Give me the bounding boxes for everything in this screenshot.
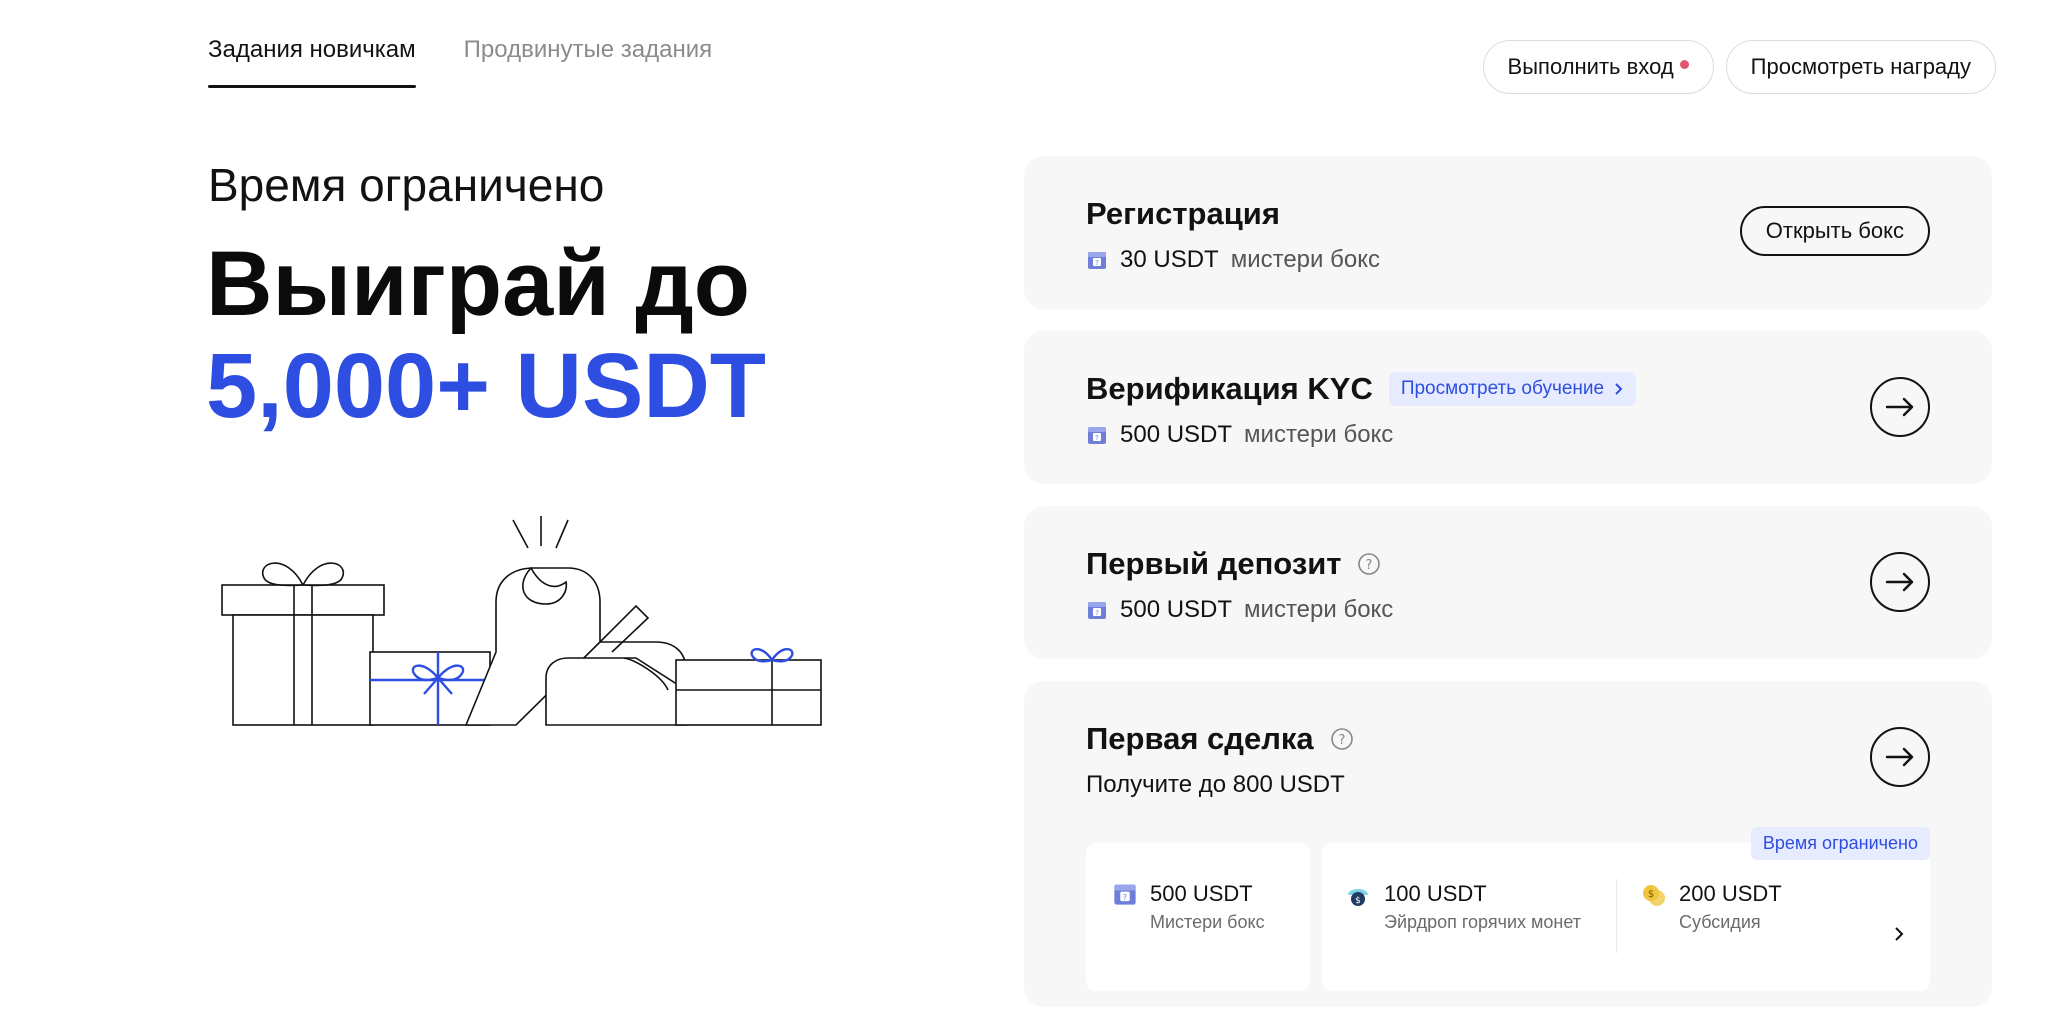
- first-deposit-go-button[interactable]: [1870, 552, 1930, 612]
- view-reward-button[interactable]: Просмотреть награду: [1725, 40, 1996, 94]
- task-card-registration: Регистрация ? 30 USDT мистери бокс Откры…: [1024, 156, 1992, 309]
- reward-tile-mystery-box: ? 500 USDT Мистери бокс: [1086, 843, 1310, 991]
- tutorial-label: Просмотреть обучение: [1400, 378, 1605, 399]
- limited-time-tag: Время ограничено: [1750, 827, 1930, 860]
- svg-text:?: ?: [1366, 558, 1373, 573]
- top-actions: Выполнить вход Просмотреть награду: [1482, 40, 1996, 94]
- coin-icon: $: [1643, 885, 1665, 906]
- reward-label: Субсидия: [1679, 912, 1761, 932]
- chevron-right-icon: [1615, 383, 1623, 395]
- reward-label: мистери бокс: [1244, 596, 1394, 623]
- airdrop-icon: $: [1348, 889, 1368, 906]
- tab-advanced-tasks[interactable]: Продвинутые задания: [464, 36, 712, 88]
- task-cards: Регистрация ? 30 USDT мистери бокс Откры…: [1024, 156, 1992, 1026]
- reward-item: $ 100 USDT Эйрдроп горячих монет: [1322, 843, 1616, 991]
- first-deposit-reward: ? 500 USDT мистери бокс: [1086, 596, 1930, 624]
- tab-newbie-tasks[interactable]: Задания новичкам: [208, 36, 416, 88]
- reward-item: ? 500 USDT Мистери бокс: [1086, 843, 1310, 934]
- login-button[interactable]: Выполнить вход: [1482, 40, 1714, 94]
- first-deposit-title: Первый депозит: [1086, 546, 1342, 581]
- reward-label: мистери бокс: [1244, 421, 1394, 448]
- mystery-box-icon: ?: [1088, 427, 1106, 444]
- reward-amount: 100 USDT: [1384, 881, 1487, 906]
- arrow-right-icon: [1885, 397, 1914, 417]
- reward-amount: 30 USDT: [1120, 246, 1219, 273]
- gifts-illustration: [221, 516, 822, 726]
- mystery-box-icon: ?: [1088, 602, 1106, 619]
- trade-reward-tiles: ? 500 USDT Мистери бокс Время ограничено…: [1086, 827, 1930, 991]
- reward-tile-limited: Время ограничено $ 100 USDT Эйрдроп горя…: [1322, 827, 1930, 991]
- first-trade-title: Первая сделка: [1086, 721, 1314, 756]
- chevron-right-icon[interactable]: [1892, 927, 1906, 941]
- svg-text:?: ?: [1095, 609, 1099, 617]
- mystery-box-icon: ?: [1114, 884, 1136, 905]
- reward-amount: 500 USDT: [1120, 596, 1233, 623]
- reward-amount: 500 USDT: [1120, 421, 1233, 448]
- card-title-row: Первая сделка ?: [1086, 721, 1930, 757]
- kyc-go-button[interactable]: [1870, 377, 1930, 437]
- first-trade-subtitle: Получите до 800 USDT: [1086, 771, 1345, 798]
- open-box-button[interactable]: Открыть бокс: [1739, 206, 1930, 256]
- help-icon[interactable]: ?: [1357, 552, 1381, 576]
- notification-dot: [1679, 59, 1689, 69]
- help-icon[interactable]: ?: [1330, 727, 1354, 751]
- reward-amount: 200 USDT: [1679, 881, 1782, 906]
- login-button-label: Выполнить вход: [1507, 54, 1674, 79]
- hero-title: Выиграй до: [206, 233, 750, 335]
- hero-amount: 5,000+ USDT: [206, 335, 766, 437]
- reward-amount: 500 USDT: [1150, 881, 1253, 906]
- reward-text: 100 USDT Эйрдроп горячих монет: [1384, 881, 1581, 991]
- svg-text:$: $: [1648, 889, 1654, 900]
- svg-text:?: ?: [1123, 892, 1127, 902]
- svg-text:?: ?: [1095, 259, 1099, 267]
- arrow-right-icon: [1885, 747, 1914, 767]
- kyc-title: Верификация KYC: [1086, 371, 1373, 406]
- reward-text: 200 USDT Субсидия: [1679, 881, 1782, 991]
- svg-text:?: ?: [1095, 434, 1099, 442]
- hero-subtitle: Время ограничено: [208, 159, 605, 211]
- kyc-reward: ? 500 USDT мистери бокс: [1086, 421, 1930, 449]
- registration-title: Регистрация: [1086, 196, 1280, 231]
- reward-label: Эйрдроп горячих монет: [1384, 912, 1582, 932]
- card-title-row: Первый депозит ?: [1086, 546, 1930, 582]
- arrow-right-icon: [1885, 572, 1914, 592]
- mystery-box-icon: ?: [1088, 252, 1106, 269]
- task-card-kyc: Верификация KYC Просмотреть обучение ? 5…: [1024, 331, 1992, 484]
- reward-label: мистери бокс: [1230, 246, 1380, 273]
- svg-text:$: $: [1355, 896, 1361, 906]
- first-trade-go-button[interactable]: [1870, 727, 1930, 787]
- task-tabs: Задания новичкам Продвинутые задания: [208, 36, 712, 88]
- card-title-row: Верификация KYC Просмотреть обучение: [1086, 371, 1930, 407]
- view-tutorial-link[interactable]: Просмотреть обучение: [1388, 372, 1637, 406]
- svg-text:?: ?: [1338, 733, 1345, 748]
- reward-label: Мистери бокс: [1150, 912, 1265, 932]
- task-card-first-trade: Первая сделка ? Получите до 800 USDT ? 5…: [1024, 681, 1992, 1007]
- reward-text: 500 USDT Мистери бокс: [1150, 881, 1265, 934]
- reward-item: $ 200 USDT Субсидия: [1617, 843, 1808, 991]
- task-card-first-deposit: Первый депозит ? ? 500 USDT мистери бокс: [1024, 506, 1992, 659]
